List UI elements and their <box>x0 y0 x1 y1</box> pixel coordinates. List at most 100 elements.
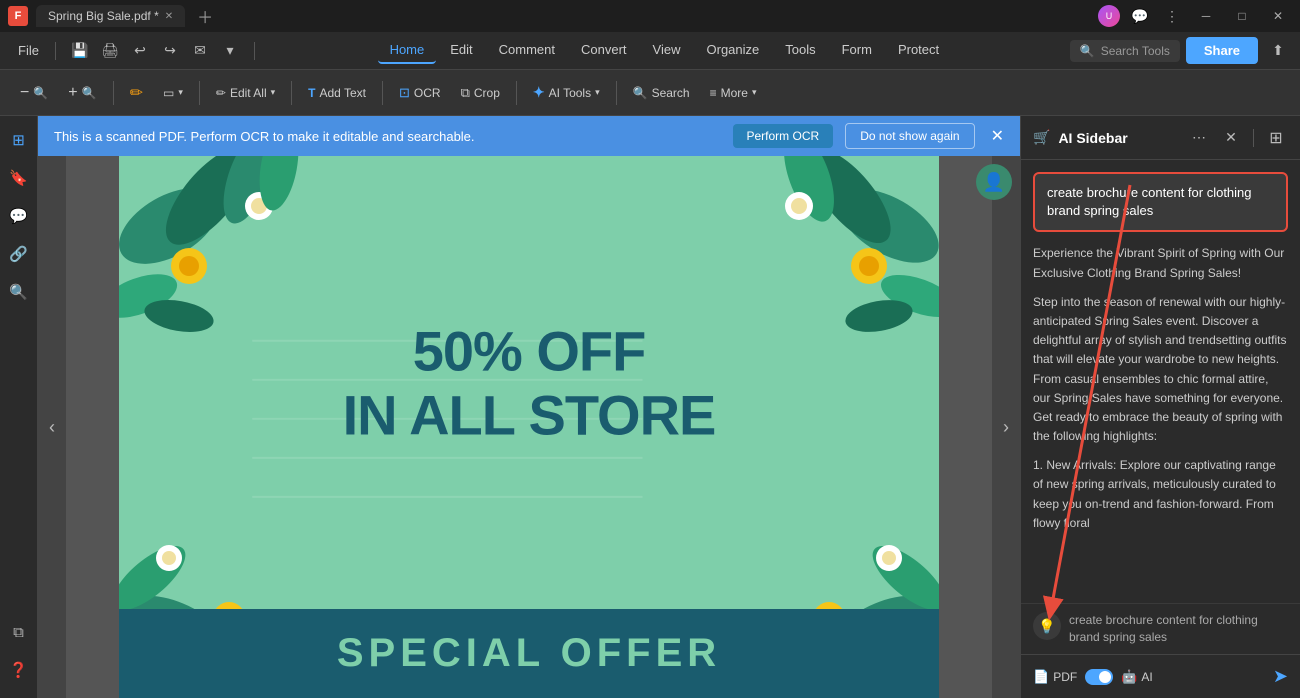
redo-button[interactable]: ↪ <box>156 37 184 65</box>
tab-tools[interactable]: Tools <box>773 37 827 64</box>
tab-edit[interactable]: Edit <box>438 37 484 64</box>
sidebar-item-bookmark[interactable]: 🔖 <box>3 162 35 194</box>
edit-all-dropdown-icon: ▾ <box>271 87 276 98</box>
sep5 <box>516 81 517 105</box>
poster-bg: 50% OFF IN ALL STORE SPECIAL OFFER <box>119 156 939 698</box>
separator2 <box>254 42 255 60</box>
query-text: create brochure content for clothing bra… <box>1047 185 1252 218</box>
ai-label-item: 🤖 AI <box>1121 669 1153 685</box>
ai-tools-dropdown-icon: ▾ <box>595 87 600 98</box>
sep3 <box>291 81 292 105</box>
ai-more-button[interactable]: ⋯ <box>1187 126 1211 150</box>
pdf-label-item: 📄 PDF <box>1033 669 1077 685</box>
notification-text: This is a scanned PDF. Perform OCR to ma… <box>54 129 721 144</box>
search-button[interactable]: 🔍 Search <box>625 81 698 105</box>
ai-tools-button[interactable]: ✦ AI Tools ▾ <box>525 79 608 106</box>
sidebar-item-comment[interactable]: 💬 <box>3 200 35 232</box>
toolbar: − 🔍 + 🔍 ✏ ▭ ▾ ✏ Edit All ▾ T Add Text ⊡ … <box>0 70 1300 116</box>
suggestion-text: create brochure content for clothing bra… <box>1069 612 1288 646</box>
crop-label: Crop <box>474 86 500 100</box>
highlight-button[interactable]: ✏ <box>122 78 151 108</box>
search-icon: 🔍 <box>633 86 648 100</box>
undo-button[interactable]: ↩ <box>126 37 154 65</box>
sidebar-item-help[interactable]: ❓ <box>3 654 35 686</box>
avatar[interactable]: U <box>1098 5 1120 27</box>
highlight-icon: ✏ <box>130 83 143 103</box>
zoom-in-button[interactable]: + 🔍 <box>60 79 104 107</box>
sale-main-text: 50% OFF IN ALL STORE <box>201 319 857 448</box>
page-user-icon: 👤 <box>976 164 1012 200</box>
ai-sidebar-header: 🛒 AI Sidebar ⋯ ✕ ⊞ <box>1021 116 1300 160</box>
tab-view[interactable]: View <box>641 37 693 64</box>
rectangle-button[interactable]: ▭ ▾ <box>155 81 191 105</box>
special-offer-text: SPECIAL OFFER <box>337 631 721 675</box>
sidebar-item-layers[interactable]: ⧉ <box>3 616 35 648</box>
close-button[interactable]: ✕ <box>1264 6 1292 26</box>
ai-sidebar-body: create brochure content for clothing bra… <box>1021 160 1300 603</box>
chat-icon[interactable]: 💬 <box>1128 4 1152 28</box>
close-notification-button[interactable]: ✕ <box>991 126 1004 146</box>
search-tools-icon: 🔍 <box>1080 44 1095 58</box>
more-dropdown-icon: ▾ <box>752 87 757 98</box>
next-page-button[interactable]: › <box>992 156 1020 698</box>
tab-home[interactable]: Home <box>378 37 437 64</box>
dropdown-button[interactable]: ▾ <box>216 37 244 65</box>
zoom-out-button[interactable]: − 🔍 <box>12 79 56 107</box>
response-para2: Step into the season of renewal with our… <box>1033 293 1288 447</box>
search-label: Search <box>652 86 690 100</box>
rectangle-dropdown-icon: ▾ <box>178 87 183 98</box>
mail-button[interactable]: ✉ <box>186 37 214 65</box>
sidebar-item-attachment[interactable]: 🔗 <box>3 238 35 270</box>
response-para1: Experience the Vibrant Spirit of Spring … <box>1033 244 1288 282</box>
sidebar-item-search[interactable]: 🔍 <box>3 276 35 308</box>
maximize-button[interactable]: □ <box>1228 6 1256 26</box>
tab-convert[interactable]: Convert <box>569 37 639 64</box>
more-options-icon[interactable]: ⋮ <box>1160 4 1184 28</box>
ocr-label: OCR <box>414 86 441 100</box>
ai-close-button[interactable]: ✕ <box>1219 126 1243 150</box>
title-bar: F Spring Big Sale.pdf * ✕ ＋ U 💬 ⋮ ─ □ ✕ <box>0 0 1300 32</box>
main-layout: ⊞ 🔖 💬 🔗 🔍 ⧉ ❓ This is a scanned PDF. Per… <box>0 116 1300 698</box>
tab-comment[interactable]: Comment <box>487 37 567 64</box>
tab-protect[interactable]: Protect <box>886 37 951 64</box>
query-box: create brochure content for clothing bra… <box>1033 172 1288 232</box>
search-tools-label: Search Tools <box>1101 44 1170 58</box>
ai-tools-label: AI Tools <box>549 86 591 100</box>
ai-settings-icon[interactable]: ⊞ <box>1264 126 1288 150</box>
suggestion-icon: 💡 <box>1033 612 1061 640</box>
ocr-button[interactable]: ⊡ OCR <box>391 80 449 106</box>
perform-ocr-button[interactable]: Perform OCR <box>733 124 834 148</box>
menu-tabs: Home Edit Comment Convert View Organize … <box>261 37 1068 64</box>
search-tools-button[interactable]: 🔍 Search Tools <box>1070 40 1180 62</box>
minimize-button[interactable]: ─ <box>1192 6 1220 26</box>
tab-organize[interactable]: Organize <box>695 37 772 64</box>
save-button[interactable]: 💾 <box>66 37 94 65</box>
file-menu[interactable]: File <box>8 39 49 62</box>
crop-button[interactable]: ⧉ Crop <box>453 80 508 106</box>
edit-all-icon: ✏ <box>216 86 226 100</box>
ai-sidebar-title: AI Sidebar <box>1058 130 1179 146</box>
close-tab-button[interactable]: ✕ <box>165 11 173 22</box>
upload-icon[interactable]: ⬆ <box>1264 37 1292 65</box>
send-button[interactable]: ➤ <box>1273 666 1288 687</box>
edit-all-button[interactable]: ✏ Edit All ▾ <box>208 81 283 105</box>
more-button[interactable]: ≡ More ▾ <box>702 81 765 105</box>
share-button[interactable]: Share <box>1186 37 1258 64</box>
active-tab[interactable]: Spring Big Sale.pdf * ✕ <box>36 5 185 27</box>
pdf-label: PDF <box>1053 670 1077 684</box>
tab-form[interactable]: Form <box>830 37 884 64</box>
mode-toggle[interactable] <box>1085 669 1113 685</box>
sep1 <box>113 81 114 105</box>
file-actions: 💾 🖨 ↩ ↪ ✉ ▾ <box>66 37 244 65</box>
ai-tools-icon: ✦ <box>533 84 545 101</box>
ai-icon-bottom: 🤖 <box>1121 669 1137 685</box>
print-button[interactable]: 🖨 <box>96 37 124 65</box>
add-text-icon: T <box>308 86 315 100</box>
prev-page-button[interactable]: ‹ <box>38 156 66 698</box>
ai-bottom-bar: 📄 PDF 🤖 AI ➤ <box>1021 654 1300 698</box>
dismiss-notification-button[interactable]: Do not show again <box>845 123 974 149</box>
sep2 <box>199 81 200 105</box>
new-tab-button[interactable]: ＋ <box>193 4 217 28</box>
add-text-button[interactable]: T Add Text <box>300 81 374 105</box>
sidebar-item-pages[interactable]: ⊞ <box>3 124 35 156</box>
